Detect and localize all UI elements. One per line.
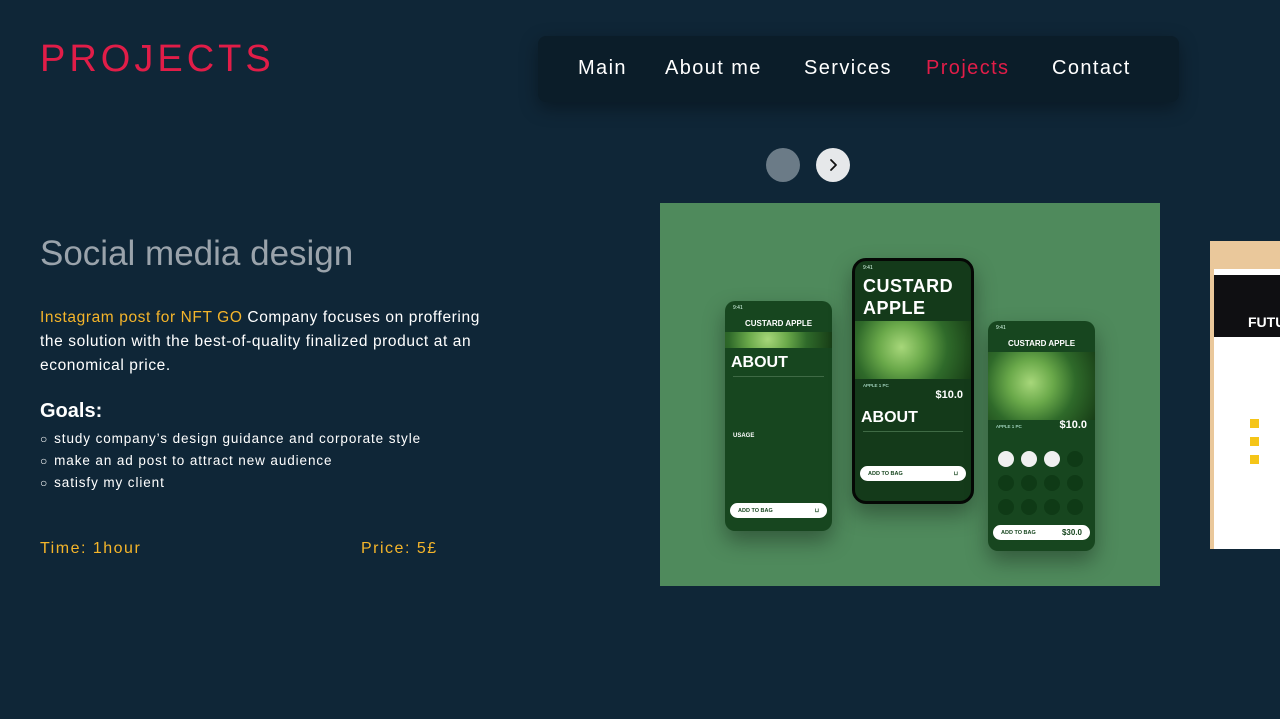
goals-title: Goals: xyxy=(40,400,103,422)
goal-text: study company’s design guidance and corp… xyxy=(54,431,422,446)
project-time: Time: 1hour xyxy=(40,540,142,557)
phone-body-text xyxy=(725,439,832,499)
phone-mockup-center: 9:41 CUSTARD APPLE APPLE 1 PC $10.0 ABOU… xyxy=(852,258,974,504)
circle-outline-icon: ○ xyxy=(40,476,49,490)
circle-outline-icon: ○ xyxy=(40,432,49,446)
add-to-bag-button: ADD TO BAG ⊔ xyxy=(860,466,966,481)
phone-mockup-left: 9:41 CUSTARD APPLE ABOUT USAGE ADD TO BA… xyxy=(725,301,832,531)
goal-item: ○ satisfy my client xyxy=(40,472,421,494)
phone-mockup-right: 9:41 CUSTARD APPLE APPLE 1 PC $10.0 ADD … xyxy=(988,321,1095,551)
phone-heading: ABOUT xyxy=(731,354,788,371)
phone-body-text xyxy=(733,376,824,433)
slide-feature-icon xyxy=(1250,419,1259,428)
phone-price: $10.0 xyxy=(1059,419,1087,431)
slide-feature-icon xyxy=(1250,455,1259,464)
phone-header: CUSTARD APPLE xyxy=(744,319,813,328)
fruit-image xyxy=(725,332,832,348)
nav-item-about-me[interactable]: About me xyxy=(665,57,762,80)
carousel-slide-current[interactable]: 9:41 CUSTARD APPLE ABOUT USAGE ADD TO BA… xyxy=(660,203,1160,586)
slide-feature-icon xyxy=(1250,437,1259,446)
goal-text: make an ad post to attract new audience xyxy=(54,453,333,468)
project-client-link: Instagram post for NFT GO xyxy=(40,309,243,326)
status-bar: 9:41 xyxy=(996,325,1006,331)
nav-item-projects[interactable]: Projects xyxy=(926,57,1009,80)
nav-item-contact[interactable]: Contact xyxy=(1052,57,1131,80)
project-description: Instagram post for NFT GO Company focuse… xyxy=(40,306,480,378)
phone-heading: ABOUT xyxy=(861,409,918,426)
circle-outline-icon: ○ xyxy=(40,454,49,468)
project-title: Social media design xyxy=(40,234,354,273)
add-to-bag-total: $30.0 xyxy=(1061,528,1082,537)
main-nav: Main About me Services Projects Contact xyxy=(538,36,1179,102)
add-to-bag-label: ADD TO BAG xyxy=(738,507,773,514)
goal-text: satisfy my client xyxy=(54,475,165,490)
fruit-image xyxy=(855,321,971,379)
add-to-bag-button: ADD TO BAG ⊔ xyxy=(730,503,827,518)
add-to-bag-button: ADD TO BAG $30.0 xyxy=(993,525,1090,540)
add-to-bag-label: ADD TO BAG xyxy=(1001,529,1036,536)
slide-hero-title: FUTU xyxy=(1248,314,1280,330)
status-bar: 9:41 xyxy=(863,265,873,271)
nav-item-services[interactable]: Services xyxy=(804,57,892,80)
page-title: PROJECTS xyxy=(40,38,275,80)
phone-header: CUSTARD APPLE xyxy=(1007,339,1076,348)
status-bar: 9:41 xyxy=(733,305,743,311)
phone-title-line1: CUSTARD xyxy=(863,276,954,296)
carousel-next-button[interactable] xyxy=(816,148,850,182)
phone-price: $10.0 xyxy=(935,389,963,401)
carousel-prev-button[interactable] xyxy=(766,148,800,182)
carousel-slide-next[interactable]: FUTU xyxy=(1210,241,1280,549)
goals-list: ○ study company’s design guidance and cor… xyxy=(40,428,421,494)
phone-title-line2: APPLE xyxy=(863,298,926,318)
fruit-image xyxy=(988,352,1095,420)
add-to-bag-label: ADD TO BAG xyxy=(868,470,903,477)
chevron-right-icon xyxy=(830,159,837,171)
nav-item-main[interactable]: Main xyxy=(578,57,627,80)
goal-item: ○ make an ad post to attract new audience xyxy=(40,450,421,472)
product-grid xyxy=(998,451,1083,515)
basket-icon: ⊔ xyxy=(953,470,958,477)
project-price: Price: 5£ xyxy=(361,540,438,557)
phone-body-text xyxy=(863,431,963,454)
basket-icon: ⊔ xyxy=(814,507,819,514)
goal-item: ○ study company’s design guidance and cor… xyxy=(40,428,421,450)
